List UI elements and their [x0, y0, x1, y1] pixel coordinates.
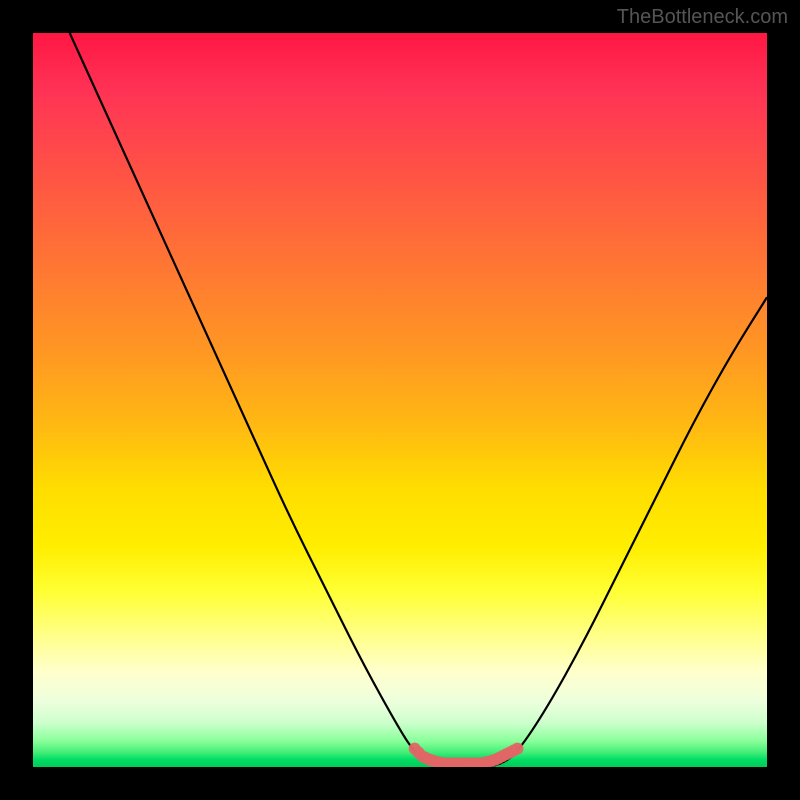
bottleneck-curve-line: [70, 33, 767, 767]
chart-svg: [33, 33, 767, 767]
watermark-text: TheBottleneck.com: [617, 6, 788, 29]
optimal-range-marker: [409, 743, 524, 767]
